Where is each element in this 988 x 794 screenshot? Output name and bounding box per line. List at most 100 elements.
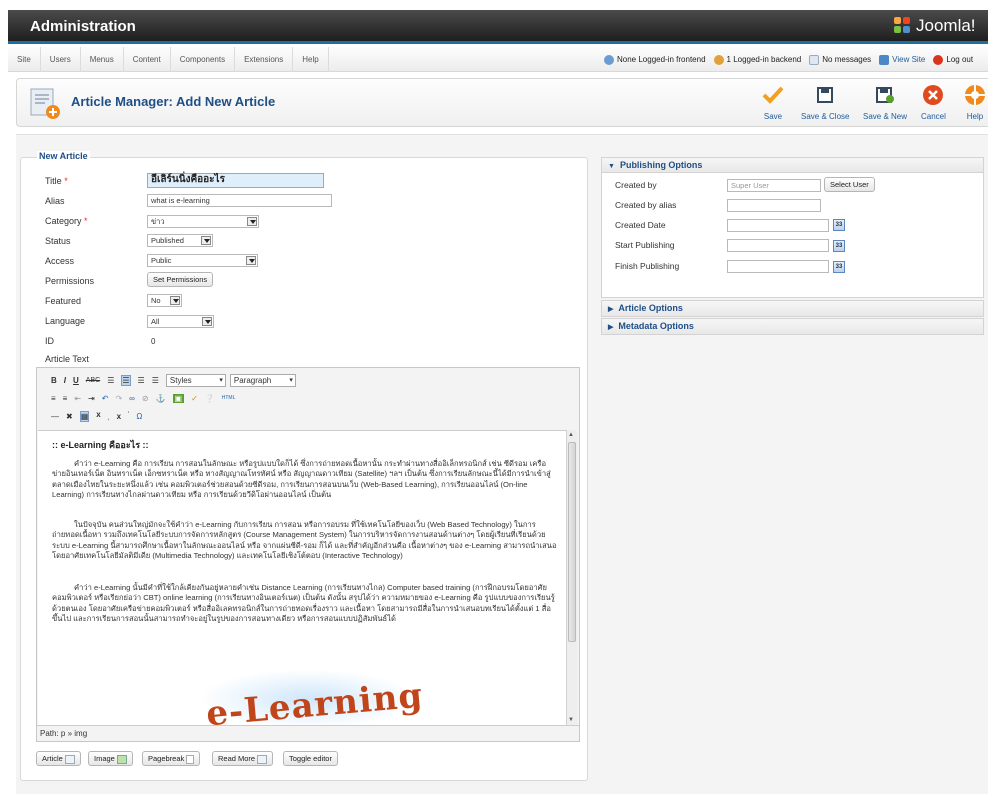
remove-format-icon[interactable]: ✖ [66, 412, 73, 421]
save-label: Save [763, 112, 783, 121]
save-close-button[interactable]: Save & Close [801, 83, 849, 121]
toggle-editor-button[interactable]: Toggle editor [283, 751, 338, 766]
language-select[interactable]: All [147, 315, 214, 328]
styles-select[interactable]: Styles ▾ [165, 373, 226, 387]
menu-extensions[interactable]: Extensions [235, 47, 294, 72]
admin-title: Administration [30, 18, 136, 35]
joomla-brand: Joomla! [916, 16, 976, 35]
featured-select[interactable]: No [147, 294, 182, 307]
article-add-icon [30, 88, 60, 119]
category-label-text: Category [45, 216, 82, 226]
link-icon[interactable]: ∞ [129, 394, 135, 403]
content-heading: :: e-Learning คืออะไร :: [52, 440, 149, 450]
align-justify-icon[interactable]: ☰ [152, 376, 159, 385]
created-by-input[interactable]: Super User [727, 179, 821, 192]
bullet-list-icon[interactable]: ≡ [51, 394, 56, 403]
scroll-up-icon[interactable]: ▲ [568, 432, 574, 438]
alias-input[interactable]: what is e-learning [147, 194, 332, 207]
pagebreak-button[interactable]: Pagebreak [142, 751, 201, 766]
editor-toolbar-row3: — ✖ ▦ x, x ' Ω [51, 408, 149, 424]
visual-aid-icon[interactable]: ▦ [79, 410, 90, 422]
created-date-input[interactable] [727, 219, 829, 232]
unlink-icon[interactable]: ⊘ [142, 394, 149, 403]
calendar-icon[interactable]: 33 [833, 219, 845, 231]
image-icon [116, 754, 127, 764]
joomla-logo[interactable]: Joomla! [894, 16, 976, 36]
scroll-down-icon[interactable]: ▼ [568, 717, 574, 723]
save-new-button[interactable]: Save & New [863, 83, 907, 121]
image-icon[interactable]: ▣ [172, 393, 185, 403]
id-label: ID [45, 336, 54, 346]
undo-icon[interactable]: ↶ [102, 394, 109, 403]
start-publishing-input[interactable] [727, 239, 829, 252]
logout-link[interactable]: Log out [933, 54, 973, 65]
menu-components[interactable]: Components [171, 47, 236, 72]
created-by-alias-input[interactable] [727, 199, 821, 212]
created-date-label: Created Date [615, 220, 666, 230]
subscript-icon[interactable]: x, [96, 410, 109, 422]
toolbar: Article Manager: Add New Article Save Sa… [16, 78, 988, 127]
html-icon[interactable]: HTML [222, 395, 236, 401]
strikethrough-icon[interactable]: ABC [86, 377, 100, 384]
bold-icon[interactable]: B [51, 376, 57, 385]
editor-content[interactable]: :: e-Learning คืออะไร :: คำว่า e-Learnin… [38, 430, 566, 725]
messages-text: No messages [822, 55, 872, 64]
menu-help[interactable]: Help [293, 47, 329, 72]
menu-content[interactable]: Content [124, 47, 171, 72]
view-site-link[interactable]: View Site [879, 54, 925, 65]
metadata-options-header[interactable]: ▶ Metadata Options [602, 319, 983, 334]
image-button[interactable]: Image [88, 751, 133, 766]
numbered-list-icon[interactable]: ≡ [63, 394, 68, 403]
calendar-icon[interactable]: 33 [833, 240, 845, 252]
indent-icon[interactable]: ⇥ [88, 394, 95, 403]
start-publishing-label: Start Publishing [615, 240, 675, 250]
article-button-label: Article [42, 754, 63, 763]
italic-icon[interactable]: I [64, 376, 66, 385]
finish-publishing-input[interactable] [727, 260, 829, 273]
title-label: Title * [45, 176, 68, 186]
menu-site[interactable]: Site [8, 47, 41, 72]
superscript-icon[interactable]: x ' [117, 411, 130, 422]
horizontal-rule-icon[interactable]: — [51, 412, 59, 421]
help-button[interactable]: Help [963, 83, 987, 121]
language-label: Language [45, 316, 86, 326]
article-button[interactable]: Article [36, 751, 81, 766]
menu-users[interactable]: Users [41, 47, 81, 72]
content-paragraph-2: ในปัจจุบัน คนส่วนใหญ่มักจะใช้คำว่า e-Lea… [52, 520, 557, 560]
calendar-icon[interactable]: 33 [833, 261, 845, 273]
menu-bar: Site Users Menus Content Components Exte… [8, 47, 988, 72]
editor-scrollbar[interactable]: ▲ ▼ [566, 430, 577, 725]
user-icon [713, 54, 724, 65]
format-select[interactable]: Paragraph ▾ [229, 373, 296, 387]
metadata-options-title: Metadata Options [618, 321, 694, 331]
page-title: Article Manager: Add New Article [71, 94, 276, 109]
scroll-thumb[interactable] [568, 442, 576, 642]
anchor-icon[interactable]: ⚓ [156, 394, 166, 403]
set-permissions-button[interactable]: Set Permissions [147, 272, 214, 287]
publishing-options-header[interactable]: ▼ Publishing Options [602, 158, 983, 173]
collapsed-arrow-icon: ▶ [608, 324, 614, 331]
article-options-header[interactable]: ▶ Article Options [602, 301, 983, 316]
chevron-down-icon [246, 256, 256, 265]
align-right-icon[interactable]: ☰ [138, 376, 145, 385]
select-user-button[interactable]: Select User [824, 177, 875, 192]
access-select[interactable]: Public [147, 254, 258, 267]
save-button[interactable]: Save [761, 83, 785, 121]
align-center-icon[interactable]: ☰ [121, 374, 131, 386]
cancel-button[interactable]: Cancel [921, 83, 946, 121]
outdent-icon[interactable]: ⇤ [74, 394, 81, 403]
status-label: Status [45, 236, 71, 246]
redo-icon[interactable]: ↷ [115, 394, 122, 403]
cleanup-icon[interactable]: ✓ [191, 394, 198, 403]
category-select[interactable]: ข่าว [147, 215, 259, 228]
help-icon[interactable]: ❔ [205, 394, 215, 403]
elearning-image[interactable]: e-Learning [158, 669, 458, 725]
underline-icon[interactable]: U [73, 376, 79, 385]
status-select[interactable]: Published [147, 234, 213, 247]
read-more-button[interactable]: Read More [212, 751, 274, 766]
messages-status[interactable]: No messages [809, 54, 872, 65]
special-char-icon[interactable]: Ω [136, 412, 142, 421]
menu-menus[interactable]: Menus [81, 47, 124, 72]
title-input[interactable]: อีเลิร์นนิ่งคืออะไร [147, 173, 324, 188]
align-left-icon[interactable]: ☰ [107, 376, 114, 385]
